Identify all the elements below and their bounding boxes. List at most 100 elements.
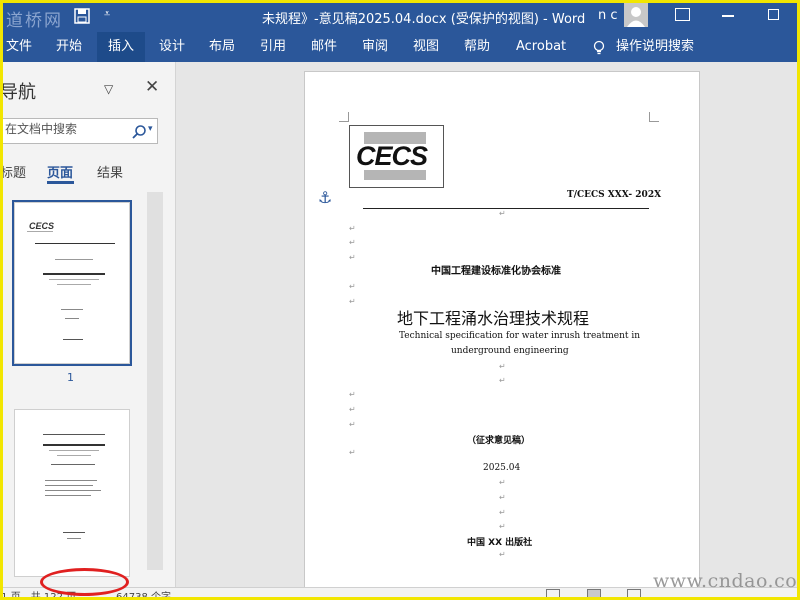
paragraph-mark: ↵ — [349, 405, 356, 414]
tab-view[interactable]: 视图 — [409, 32, 443, 62]
cecs-logo: CECS — [349, 125, 444, 188]
maximize-button[interactable] — [768, 9, 779, 20]
paragraph-mark: ↵ — [499, 362, 506, 371]
watermark-logo: 道桥网 — [6, 11, 63, 31]
thumb-line — [51, 464, 95, 465]
paragraph-mark: ↵ — [499, 522, 506, 531]
paragraph-mark: ↵ — [499, 550, 506, 559]
paragraph-mark: ↵ — [349, 297, 356, 306]
web-layout-button[interactable] — [627, 589, 641, 599]
logo-text: CECS — [356, 141, 428, 171]
chevron-down-icon[interactable]: ▽ — [104, 82, 113, 96]
ribbon-tabs: 文件 开始 插入 设计 布局 引用 邮件 审阅 视图 帮助 Acrobat 操作… — [0, 32, 800, 62]
thumb-title-line — [43, 444, 105, 446]
paragraph-mark: ↵ — [499, 376, 506, 385]
paragraph-mark: ↵ — [349, 448, 356, 457]
tab-mailings[interactable]: 邮件 — [307, 32, 341, 62]
ribbon-display-options-button[interactable] — [675, 8, 690, 21]
paragraph-mark: ↵ — [499, 493, 506, 502]
paragraph-mark: ↵ — [349, 253, 356, 262]
tab-file[interactable]: 文件 — [2, 32, 36, 62]
tab-references[interactable]: 引用 — [256, 32, 290, 62]
tab-home[interactable]: 开始 — [52, 32, 86, 62]
close-icon[interactable]: ✕ — [145, 77, 159, 97]
tab-acrobat[interactable]: Acrobat — [512, 32, 570, 62]
publisher: 中国 XX 出版社 — [467, 538, 533, 548]
page-thumbnail-number: 1 — [67, 371, 74, 384]
search-icon[interactable] — [131, 124, 147, 140]
nav-tab-headings[interactable]: 标题 — [0, 162, 26, 181]
thumb-rule — [35, 243, 115, 244]
thumb-line — [45, 485, 93, 486]
document-title-cn: 地下工程涌水治理技术规程 — [397, 309, 590, 328]
anchor-icon[interactable]: ⚓ — [318, 188, 332, 207]
paragraph-mark: ↵ — [349, 282, 356, 291]
title-bar: 道桥网 ⩡ 未规程》-意见稿2025.04.docx (受保护的视图) - Wo… — [0, 0, 800, 32]
standard-number: T/CECS XXX- 202X — [567, 190, 662, 200]
document-date: 2025.04 — [483, 463, 521, 473]
thumbnails-scrollbar[interactable] — [147, 192, 163, 570]
tab-layout[interactable]: 布局 — [205, 32, 239, 62]
thumb-logo: CECS — [29, 221, 55, 231]
paragraph-mark: ↵ — [349, 390, 356, 399]
highlight-ellipse — [40, 568, 129, 596]
tell-me-search[interactable]: 操作说明搜索 — [612, 32, 698, 62]
crop-mark-top-right — [649, 112, 659, 122]
thumb-line — [61, 309, 83, 310]
user-initials[interactable]: n c — [598, 8, 618, 23]
navigation-pane: 导航 ▽ ✕ ▾ 标题 页面 结果 CECS 1 — [0, 62, 176, 587]
user-avatar-icon — [627, 7, 645, 27]
word-count-status[interactable]: 64738 个字 — [116, 588, 171, 600]
avatar[interactable] — [624, 3, 648, 27]
paragraph-mark: ↵ — [349, 224, 356, 233]
tab-review[interactable]: 审阅 — [358, 32, 392, 62]
document-title: 未规程》-意见稿2025.04.docx (受保护的视图) - Word — [262, 12, 586, 27]
read-mode-button[interactable] — [546, 589, 560, 599]
paragraph-mark: ↵ — [499, 508, 506, 517]
paragraph-mark: ↵ — [499, 209, 506, 218]
print-layout-button[interactable] — [587, 589, 601, 599]
thumb-line — [55, 259, 93, 260]
crop-mark-top-left — [339, 112, 349, 122]
thumb-line — [45, 490, 101, 491]
nav-tab-results[interactable]: 结果 — [97, 162, 123, 181]
tab-insert[interactable]: 插入 — [97, 32, 145, 62]
tab-help[interactable]: 帮助 — [460, 32, 494, 62]
page-thumbnail-2[interactable] — [14, 409, 130, 577]
customize-quick-access-icon[interactable]: ⩡ — [104, 7, 110, 21]
thumb-line — [45, 480, 97, 481]
thumb-line — [43, 434, 105, 435]
minimize-button[interactable] — [722, 15, 734, 17]
nav-search-box[interactable]: ▾ — [0, 118, 158, 144]
lightbulb-icon — [593, 40, 605, 55]
site-watermark: www.cndao.com — [653, 570, 800, 592]
thumb-line — [45, 495, 91, 496]
thumb-line — [67, 538, 81, 539]
thumb-title-line — [43, 273, 105, 275]
thumb-line — [49, 450, 99, 451]
document-title-en-line2: underground engineering — [451, 346, 569, 356]
search-input[interactable] — [5, 122, 125, 136]
paragraph-mark: ↵ — [349, 420, 356, 429]
document-title-en-line1: Technical specification for water inrush… — [399, 331, 641, 341]
document-area: CECS ⚓ T/CECS XXX- 202X ↵ ↵ ↵ ↵ 中国工程建设标准… — [176, 62, 800, 591]
nav-pane-title: 导航 — [0, 82, 36, 103]
paragraph-mark: ↵ — [499, 478, 506, 487]
thumb-line — [63, 532, 85, 533]
document-page[interactable]: CECS ⚓ T/CECS XXX- 202X ↵ ↵ ↵ ↵ 中国工程建设标准… — [304, 71, 700, 591]
page-thumbnail-1[interactable]: CECS — [12, 200, 132, 366]
paragraph-mark: ↵ — [349, 238, 356, 247]
thumb-line — [57, 455, 91, 456]
search-options-chevron-icon[interactable]: ▾ — [148, 124, 153, 134]
thumb-line — [57, 284, 91, 285]
thumb-logo-bar — [27, 231, 53, 232]
header-rule — [363, 208, 649, 209]
draft-label: （征求意见稿） — [467, 436, 531, 446]
association-title: 中国工程建设标准化协会标准 — [431, 266, 561, 277]
thumb-line — [63, 339, 83, 340]
tab-design[interactable]: 设计 — [155, 32, 189, 62]
thumb-line — [65, 318, 79, 319]
nav-tab-pages[interactable]: 页面 — [47, 162, 73, 181]
save-icon[interactable] — [74, 8, 90, 24]
thumb-line — [49, 279, 99, 280]
